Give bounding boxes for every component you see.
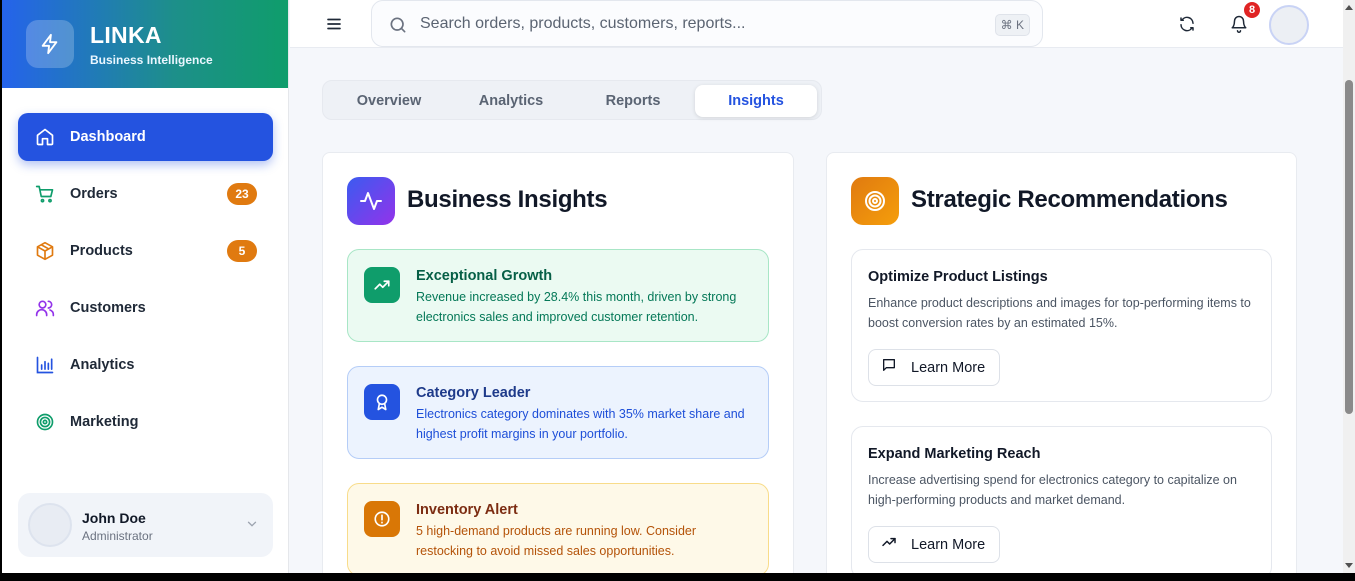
recommendation-text: Increase advertising spend for electroni… [868, 473, 1237, 507]
sidebar-item-analytics[interactable]: Analytics [18, 341, 273, 389]
insight-card-inventory: Inventory Alert 5 high-demand products a… [347, 483, 769, 573]
brand-title: LINKA [90, 22, 162, 48]
scroll-thumb[interactable] [1345, 80, 1353, 414]
sidebar-item-label: Marketing [70, 414, 139, 430]
users-icon [34, 297, 56, 319]
user-avatar-button[interactable] [1269, 5, 1309, 45]
panel-title: Business Insights [407, 186, 608, 213]
lightning-icon [26, 20, 74, 68]
brand-header: LINKA Business Intelligence [2, 0, 288, 88]
award-icon [364, 384, 400, 420]
insight-text: Revenue increased by 28.4% this month, d… [416, 290, 737, 324]
tab-analytics[interactable]: Analytics [451, 85, 571, 117]
sidebar-item-label: Analytics [70, 357, 135, 373]
count-badge: 23 [227, 183, 257, 205]
target-icon [34, 411, 56, 433]
sidebar-item-products[interactable]: Products 5 [18, 227, 273, 275]
insight-title: Category Leader [416, 385, 531, 401]
home-icon [34, 126, 56, 148]
user-profile-card[interactable]: John Doe Administrator [18, 493, 273, 557]
search-input[interactable] [420, 11, 980, 37]
sidebar: LINKA Business Intelligence Dashboard Or… [2, 0, 289, 573]
learn-more-button[interactable]: Learn More [868, 349, 1000, 386]
trending-up-icon [881, 534, 897, 555]
recommendation-card-marketing: Expand Marketing Reach Increase advertis… [851, 426, 1272, 573]
sidebar-item-marketing[interactable]: Marketing [18, 398, 273, 446]
app-window: LINKA Business Intelligence Dashboard Or… [2, 0, 1343, 573]
sidebar-item-label: Orders [70, 186, 118, 202]
insight-text: Electronics category dominates with 35% … [416, 407, 745, 441]
brand-subtitle: Business Intelligence [90, 53, 213, 67]
scroll-down-arrow-icon[interactable] [1345, 561, 1353, 569]
sidebar-item-label: Customers [70, 300, 146, 316]
panel-title: Strategic Recommendations [911, 186, 1228, 213]
count-badge: 5 [227, 240, 257, 262]
tab-overview[interactable]: Overview [329, 85, 449, 117]
insight-card-growth: Exceptional Growth Revenue increased by … [347, 249, 769, 342]
avatar [28, 503, 72, 547]
search-icon [388, 15, 408, 40]
insight-card-category: Category Leader Electronics category dom… [347, 366, 769, 459]
recommendation-title: Expand Marketing Reach [868, 446, 1041, 462]
sidebar-item-label: Dashboard [70, 129, 146, 145]
recommendation-text: Enhance product descriptions and images … [868, 296, 1251, 330]
cart-icon [34, 183, 56, 205]
insight-text: 5 high-demand products are running low. … [416, 524, 697, 558]
strategic-recommendations-panel: Strategic Recommendations Optimize Produ… [826, 152, 1297, 573]
view-tabs: Overview Analytics Reports Insights [322, 80, 822, 120]
sidebar-item-customers[interactable]: Customers [18, 284, 273, 332]
bar-chart-icon [34, 354, 56, 376]
message-icon [881, 357, 897, 378]
user-name: John Doe [82, 510, 146, 526]
tab-reports[interactable]: Reports [573, 85, 693, 117]
insight-title: Inventory Alert [416, 502, 518, 518]
keyboard-shortcut-hint: ⌘ K [994, 14, 1030, 36]
learn-more-button[interactable]: Learn More [868, 526, 1000, 563]
button-label: Learn More [911, 536, 986, 553]
box-icon [34, 240, 56, 262]
recommendation-title: Optimize Product Listings [868, 269, 1048, 285]
search-bar: ⌘ K [371, 0, 1043, 47]
activity-icon [347, 177, 395, 225]
notification-count-badge: 8 [1243, 1, 1261, 19]
business-insights-panel: Business Insights Exceptional Growth Rev… [322, 152, 794, 573]
sidebar-item-label: Products [70, 243, 133, 259]
sidebar-item-dashboard[interactable]: Dashboard [18, 113, 273, 161]
chevron-down-icon[interactable] [245, 517, 259, 536]
refresh-icon[interactable] [1176, 13, 1198, 35]
target-icon [851, 177, 899, 225]
button-label: Learn More [911, 359, 986, 376]
recommendation-card-listings: Optimize Product Listings Enhance produc… [851, 249, 1272, 402]
hamburger-menu-icon[interactable] [325, 15, 343, 33]
alert-circle-icon [364, 501, 400, 537]
trending-up-icon [364, 267, 400, 303]
top-bar: ⌘ K 8 [290, 0, 1343, 48]
tab-insights[interactable]: Insights [695, 85, 817, 117]
user-role: Administrator [82, 529, 153, 543]
scroll-up-arrow-icon[interactable] [1345, 4, 1353, 12]
sidebar-item-orders[interactable]: Orders 23 [18, 170, 273, 218]
page-scrollbar[interactable] [1343, 0, 1355, 573]
sidebar-nav: Dashboard Orders 23 Products 5 Customers… [18, 113, 273, 455]
insight-title: Exceptional Growth [416, 268, 553, 284]
